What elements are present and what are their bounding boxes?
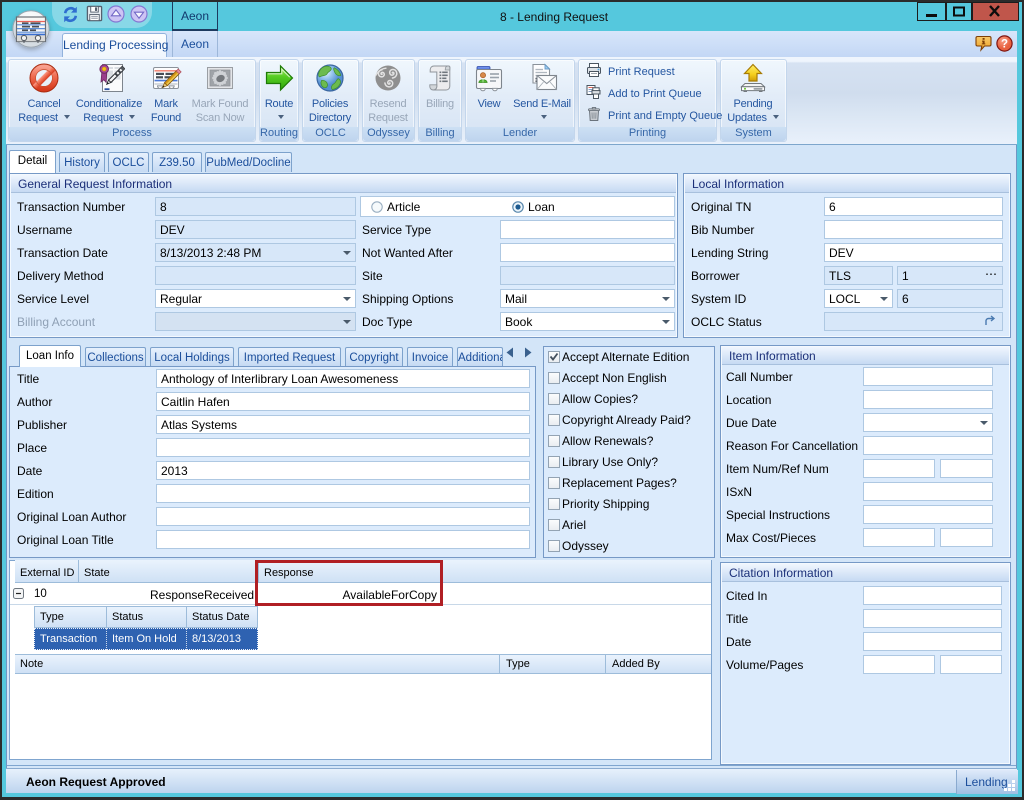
- svg-text:?: ?: [1001, 39, 1008, 51]
